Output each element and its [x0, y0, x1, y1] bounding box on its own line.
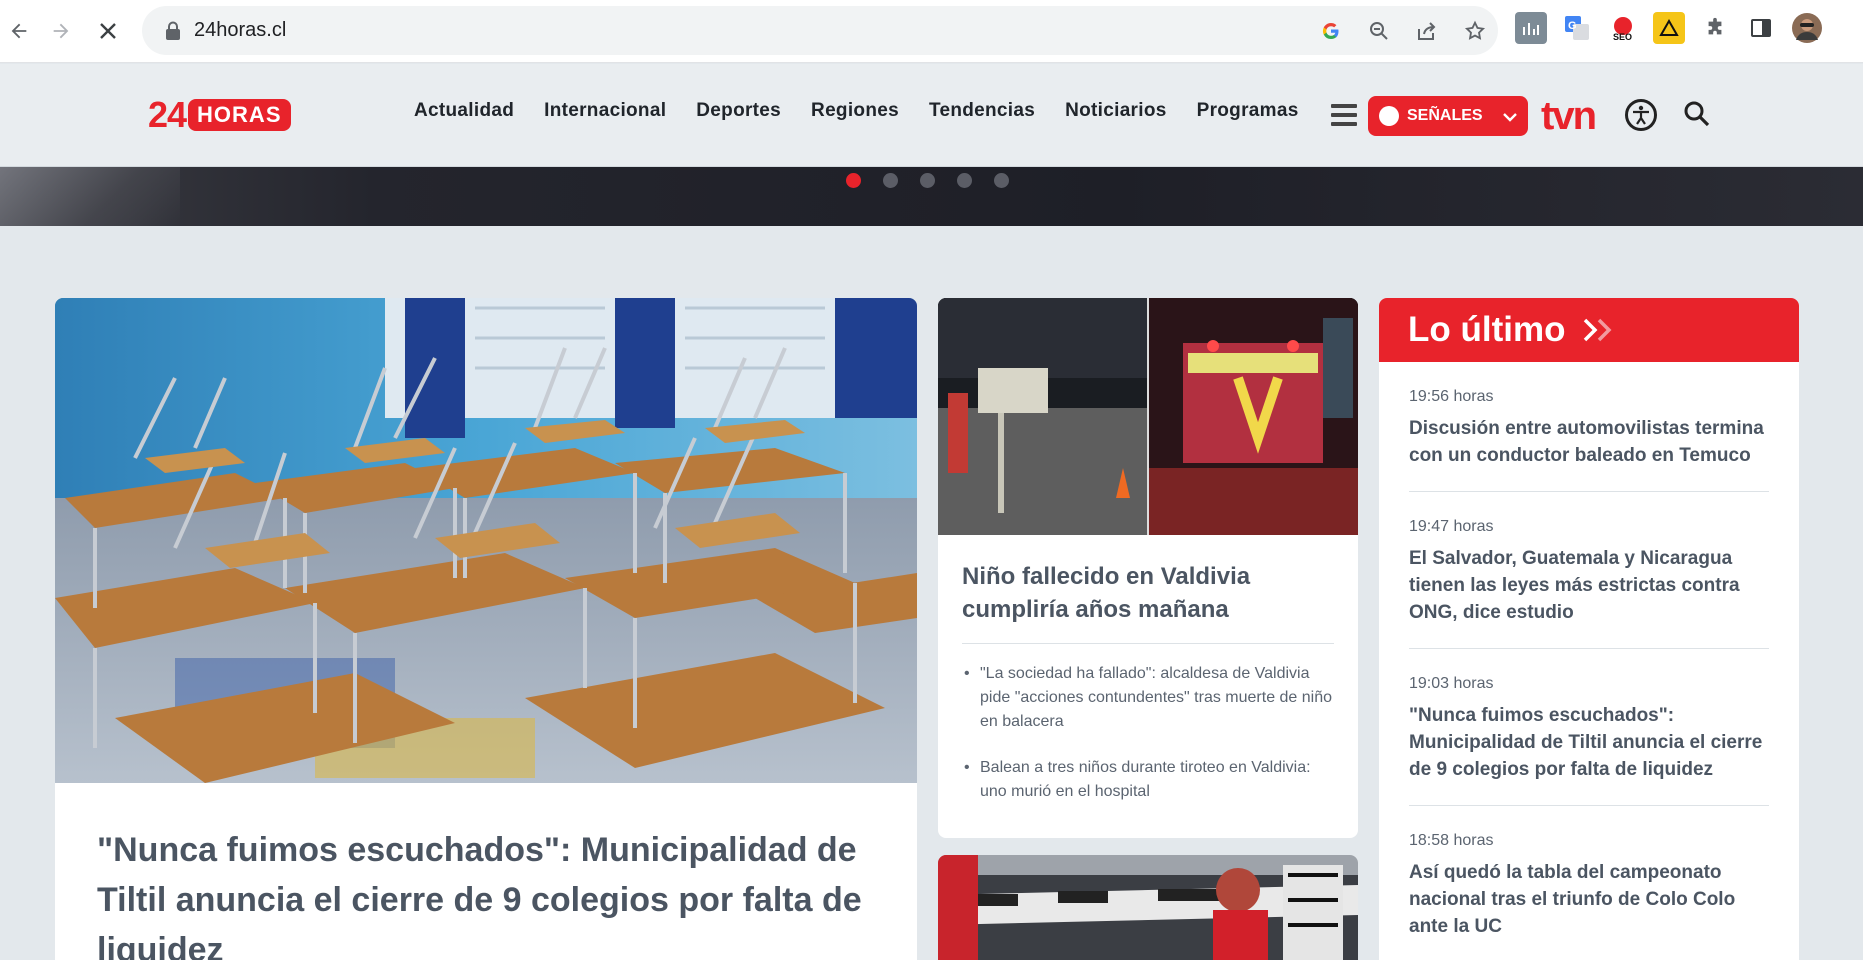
news-headline[interactable]: Así quedó la tabla del campeonato nacion… [1409, 859, 1769, 940]
bookmark-star-icon[interactable] [1462, 18, 1488, 44]
site-logo[interactable]: 24 HORAS [148, 94, 291, 135]
football-story-card[interactable] [938, 855, 1358, 960]
tvn-logo[interactable]: TVN [1541, 94, 1597, 139]
logo-word: HORAS [188, 99, 291, 131]
address-bar[interactable]: 24horas.cl [142, 6, 1498, 55]
svg-text:G: G [1568, 20, 1577, 32]
back-icon[interactable] [0, 12, 38, 50]
carousel-dots [846, 173, 1009, 188]
nav-item-internacional[interactable]: Internacional [544, 100, 666, 122]
news-time: 18:58 horas [1409, 832, 1494, 849]
news-headline[interactable]: "Nunca fuimos escuchados": Municipalidad… [1409, 702, 1769, 783]
nav-item-regiones[interactable]: Regiones [811, 100, 899, 122]
puzzle-extensions-icon[interactable] [1699, 12, 1731, 44]
divider [962, 643, 1334, 644]
chevron-right-icon [1581, 316, 1615, 344]
nav-item-noticiarios[interactable]: Noticiarios [1065, 100, 1167, 122]
carousel-dot[interactable] [994, 173, 1009, 188]
classroom-photo[interactable] [55, 298, 917, 783]
news-time: 19:56 horas [1409, 388, 1494, 405]
chevron-down-icon [1502, 106, 1517, 127]
profile-avatar[interactable] [1791, 12, 1823, 44]
news-headline[interactable]: El Salvador, Guatemala y Nicaragua tiene… [1409, 545, 1769, 626]
seo-extension-icon[interactable]: SEO [1607, 12, 1639, 44]
main-story-card[interactable]: "Nunca fuimos escuchados": Municipalidad… [55, 298, 917, 960]
senales-dropdown-button[interactable]: SEÑALES [1368, 96, 1528, 136]
nav-item-programas[interactable]: Programas [1197, 100, 1299, 122]
browser-toolbar: 24horas.cl G SEO [0, 0, 1863, 63]
google-translate-icon[interactable]: G [1561, 12, 1593, 44]
latest-news-item[interactable]: 18:58 horas Así quedó la tabla del campe… [1409, 806, 1769, 960]
carousel-dot[interactable] [883, 173, 898, 188]
latest-news-header[interactable]: Lo último [1379, 298, 1799, 362]
carousel-dot[interactable] [846, 173, 861, 188]
news-time: 19:47 horas [1409, 518, 1494, 535]
ambulance-photo[interactable] [938, 298, 1358, 535]
secondary-story-title[interactable]: Niño fallecido en Valdivia cumpliría año… [962, 560, 1332, 626]
carousel-dot[interactable] [957, 173, 972, 188]
site-header: 24 HORAS Actualidad Internacional Deport… [0, 64, 1863, 167]
latest-news-panel: Lo último 19:56 horas Discusión entre au… [1379, 298, 1799, 960]
share-icon[interactable] [1414, 18, 1440, 44]
main-story-title[interactable]: "Nunca fuimos escuchados": Municipalidad… [97, 825, 897, 960]
nav-item-tendencias[interactable]: Tendencias [929, 100, 1035, 122]
warning-extension-icon[interactable] [1653, 12, 1685, 44]
related-story-link[interactable]: Balean a tres niños durante tiroteo en V… [962, 756, 1334, 804]
latest-news-item[interactable]: 19:56 horas Discusión entre automovilist… [1409, 362, 1769, 492]
carousel-dot[interactable] [920, 173, 935, 188]
related-stories-list: "La sociedad ha fallado": alcaldesa de V… [962, 662, 1334, 826]
side-panel-icon[interactable] [1745, 12, 1777, 44]
news-time: 19:03 horas [1409, 675, 1494, 692]
secondary-story-card[interactable]: Niño fallecido en Valdivia cumpliría año… [938, 298, 1358, 838]
forward-icon[interactable] [42, 12, 80, 50]
hero-carousel[interactable] [0, 167, 1863, 226]
nav-item-deportes[interactable]: Deportes [696, 100, 781, 122]
url-text[interactable]: 24horas.cl [194, 19, 286, 42]
related-story-link[interactable]: "La sociedad ha fallado": alcaldesa de V… [962, 662, 1334, 734]
search-icon[interactable] [1683, 100, 1713, 130]
hamburger-menu-icon[interactable] [1331, 104, 1357, 128]
google-icon[interactable] [1318, 18, 1344, 44]
latest-news-title: Lo último [1408, 310, 1566, 349]
extension-bar-chart-icon[interactable] [1515, 12, 1547, 44]
live-dot-icon [1379, 106, 1399, 126]
nav-item-actualidad[interactable]: Actualidad [414, 100, 514, 122]
stop-loading-icon[interactable] [89, 12, 127, 50]
latest-news-item[interactable]: 19:03 horas "Nunca fuimos escuchados": M… [1409, 649, 1769, 806]
senales-label: SEÑALES [1407, 107, 1483, 124]
latest-news-item[interactable]: 19:47 horas El Salvador, Guatemala y Nic… [1409, 492, 1769, 649]
main-navigation: Actualidad Internacional Deportes Region… [414, 100, 1299, 122]
svg-text:SEO: SEO [1613, 32, 1632, 42]
news-headline[interactable]: Discusión entre automovilistas termina c… [1409, 415, 1769, 469]
logo-number: 24 [148, 94, 187, 135]
lock-icon [164, 21, 182, 41]
accessibility-icon[interactable] [1625, 99, 1657, 131]
zoom-icon[interactable] [1366, 18, 1392, 44]
